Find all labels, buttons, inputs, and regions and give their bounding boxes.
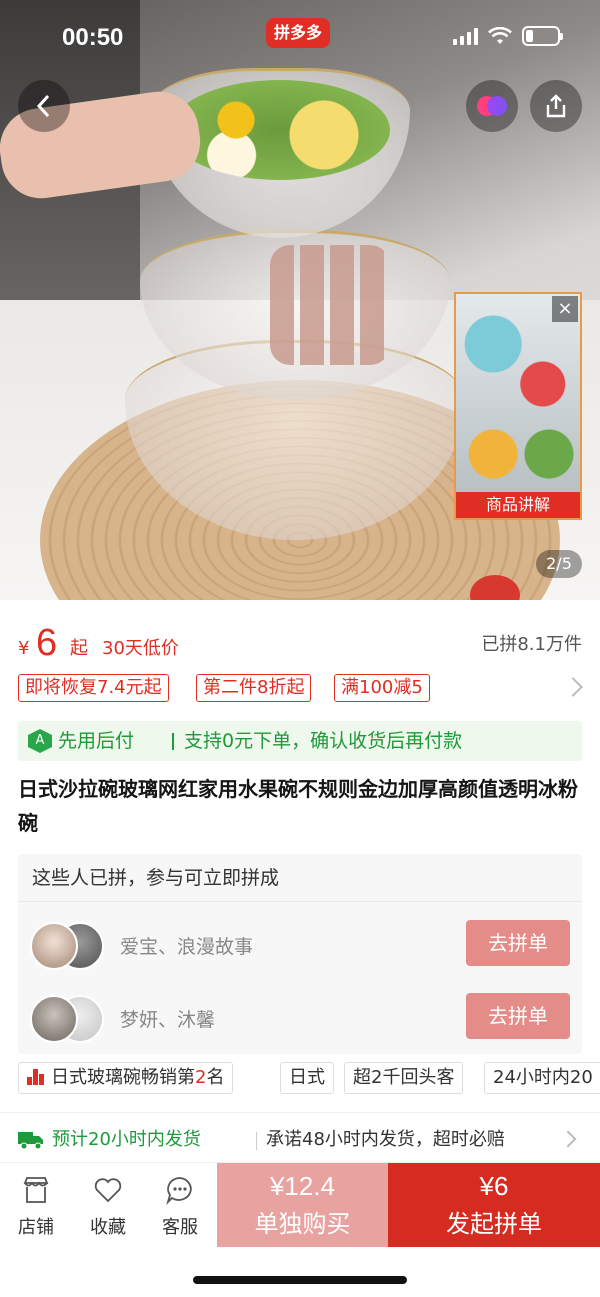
price-value: 6 xyxy=(36,622,58,664)
shipping-estimate: 预计20小时内发货 xyxy=(52,1129,201,1150)
favorite-label: 收藏 xyxy=(90,1217,126,1238)
avatar-group xyxy=(30,995,110,1045)
join-group-button[interactable]: 去拼单 xyxy=(466,920,570,966)
customer-service-button[interactable]: 客服 xyxy=(148,1175,212,1239)
store-icon xyxy=(23,1177,49,1203)
battery-icon xyxy=(522,26,563,46)
promo-tag[interactable]: 满100减5 xyxy=(334,674,430,702)
group-member-names: 梦妍、沐馨 xyxy=(120,1009,216,1031)
video-thumbnail xyxy=(456,294,580,494)
pay-later-icon: A xyxy=(28,729,52,753)
fingers-behind-glass xyxy=(270,245,390,365)
currency-symbol: ¥ xyxy=(18,638,30,659)
separator xyxy=(256,1132,257,1150)
rank-prefix: 日式玻璃碗畅销第 xyxy=(51,1067,195,1088)
status-icons xyxy=(453,26,563,46)
price-row: ¥ 6 起 30天低价 已拼8.1万件 xyxy=(18,620,582,670)
shipping-promise: 承诺48小时内发货，超时必赔 xyxy=(266,1129,505,1150)
page-indicator: 2/5 xyxy=(536,550,582,578)
home-indicator[interactable] xyxy=(193,1276,407,1284)
chevron-right-icon[interactable] xyxy=(559,1130,577,1148)
mall-button[interactable] xyxy=(466,80,518,132)
sold-count: 已拼8.1万件 xyxy=(481,634,582,655)
join-group-button[interactable]: 去拼单 xyxy=(466,993,570,1039)
product-title: 日式沙拉碗玻璃网红家用水果碗不规则金边加厚高颜值透明冰粉碗 xyxy=(18,777,578,835)
customer-service-label: 客服 xyxy=(162,1217,198,1238)
status-time: 00:50 xyxy=(62,24,124,51)
avatar-group xyxy=(30,922,110,972)
truck-icon xyxy=(18,1132,43,1150)
divider xyxy=(0,1112,600,1113)
group-member-names: 爱宝、浪漫故事 xyxy=(120,936,254,958)
pay-later-banner[interactable]: A 先用后付 支持0元下单，确认收货后再付款 xyxy=(18,721,582,761)
rank-tag[interactable]: 日式玻璃碗畅销第2名 xyxy=(18,1062,234,1094)
pay-later-desc: 支持0元下单，确认收货后再付款 xyxy=(184,730,463,752)
group-price: ¥6 xyxy=(479,1171,509,1201)
salad xyxy=(170,80,390,180)
chat-icon xyxy=(166,1177,192,1205)
pay-later-label: 先用后付 xyxy=(58,730,135,752)
ranking-icon xyxy=(27,1069,45,1085)
back-button[interactable] xyxy=(18,80,70,132)
product-tags[interactable]: 日式玻璃碗畅销第2名 日式 超2千回头客 24小时内20 xyxy=(18,1062,600,1096)
group-buy-panel: 这些人已拼，参与可立即拼成 爱宝、浪漫故事 去拼单 梦妍、沐馨 去拼单 xyxy=(18,854,582,1054)
pinduoduo-badge: 拼多多 xyxy=(266,18,331,48)
store-button[interactable]: 店铺 xyxy=(4,1175,68,1239)
favorite-button[interactable]: 收藏 xyxy=(76,1175,140,1239)
alone-price: ¥12.4 xyxy=(269,1171,336,1201)
separator xyxy=(172,733,174,750)
avatar xyxy=(30,922,78,970)
shipping-tag[interactable]: 24小时内20 xyxy=(484,1062,600,1094)
promo-row[interactable]: 即将恢复7.4元起 第二件8折起 满100减5 xyxy=(18,674,583,704)
bottom-action-bar: 店铺 收藏 客服 ¥12.4 单独购买 ¥6 发起拼单 xyxy=(0,1162,600,1247)
product-video-pip[interactable]: × 商品讲解 xyxy=(454,292,582,520)
group-row: 爱宝、浪漫故事 去拼单 xyxy=(18,914,582,978)
group-buy-header: 这些人已拼，参与可立即拼成 xyxy=(18,854,582,902)
buy-alone-button[interactable]: ¥12.4 单独购买 xyxy=(217,1163,388,1247)
store-label: 店铺 xyxy=(18,1217,54,1238)
group-label: 发起拼单 xyxy=(446,1210,542,1238)
chevron-left-icon xyxy=(36,94,50,118)
promo-tag[interactable]: 第二件8折起 xyxy=(196,674,312,702)
shipping-row[interactable]: 预计20小时内发货 承诺48小时内发货，超时必赔 xyxy=(18,1124,582,1156)
video-label: 商品讲解 xyxy=(456,492,580,518)
avatar xyxy=(30,995,78,1043)
signal-icon xyxy=(453,27,478,45)
share-button[interactable] xyxy=(530,80,582,132)
group-row: 梦妍、沐馨 去拼单 xyxy=(18,987,582,1051)
low-price-note: 30天低价 xyxy=(102,638,179,659)
rank-suffix: 名 xyxy=(206,1067,225,1088)
mall-logo-icon xyxy=(477,94,507,118)
alone-label: 单独购买 xyxy=(254,1210,351,1238)
repeat-buyer-tag[interactable]: 超2千回头客 xyxy=(344,1062,464,1094)
close-icon[interactable]: × xyxy=(552,296,578,322)
promo-tag[interactable]: 即将恢复7.4元起 xyxy=(18,674,169,702)
price-suffix: 起 xyxy=(70,638,88,659)
wifi-icon xyxy=(488,27,512,44)
rank-number: 2 xyxy=(195,1067,207,1088)
start-group-buy-button[interactable]: ¥6 发起拼单 xyxy=(388,1163,600,1247)
chevron-right-icon[interactable] xyxy=(563,677,583,697)
product-image-gallery[interactable]: 00:50 拼多多 × 商品讲解 2/5 xyxy=(0,0,600,600)
share-icon xyxy=(546,94,566,118)
heart-icon xyxy=(94,1178,122,1203)
style-tag[interactable]: 日式 xyxy=(280,1062,334,1094)
